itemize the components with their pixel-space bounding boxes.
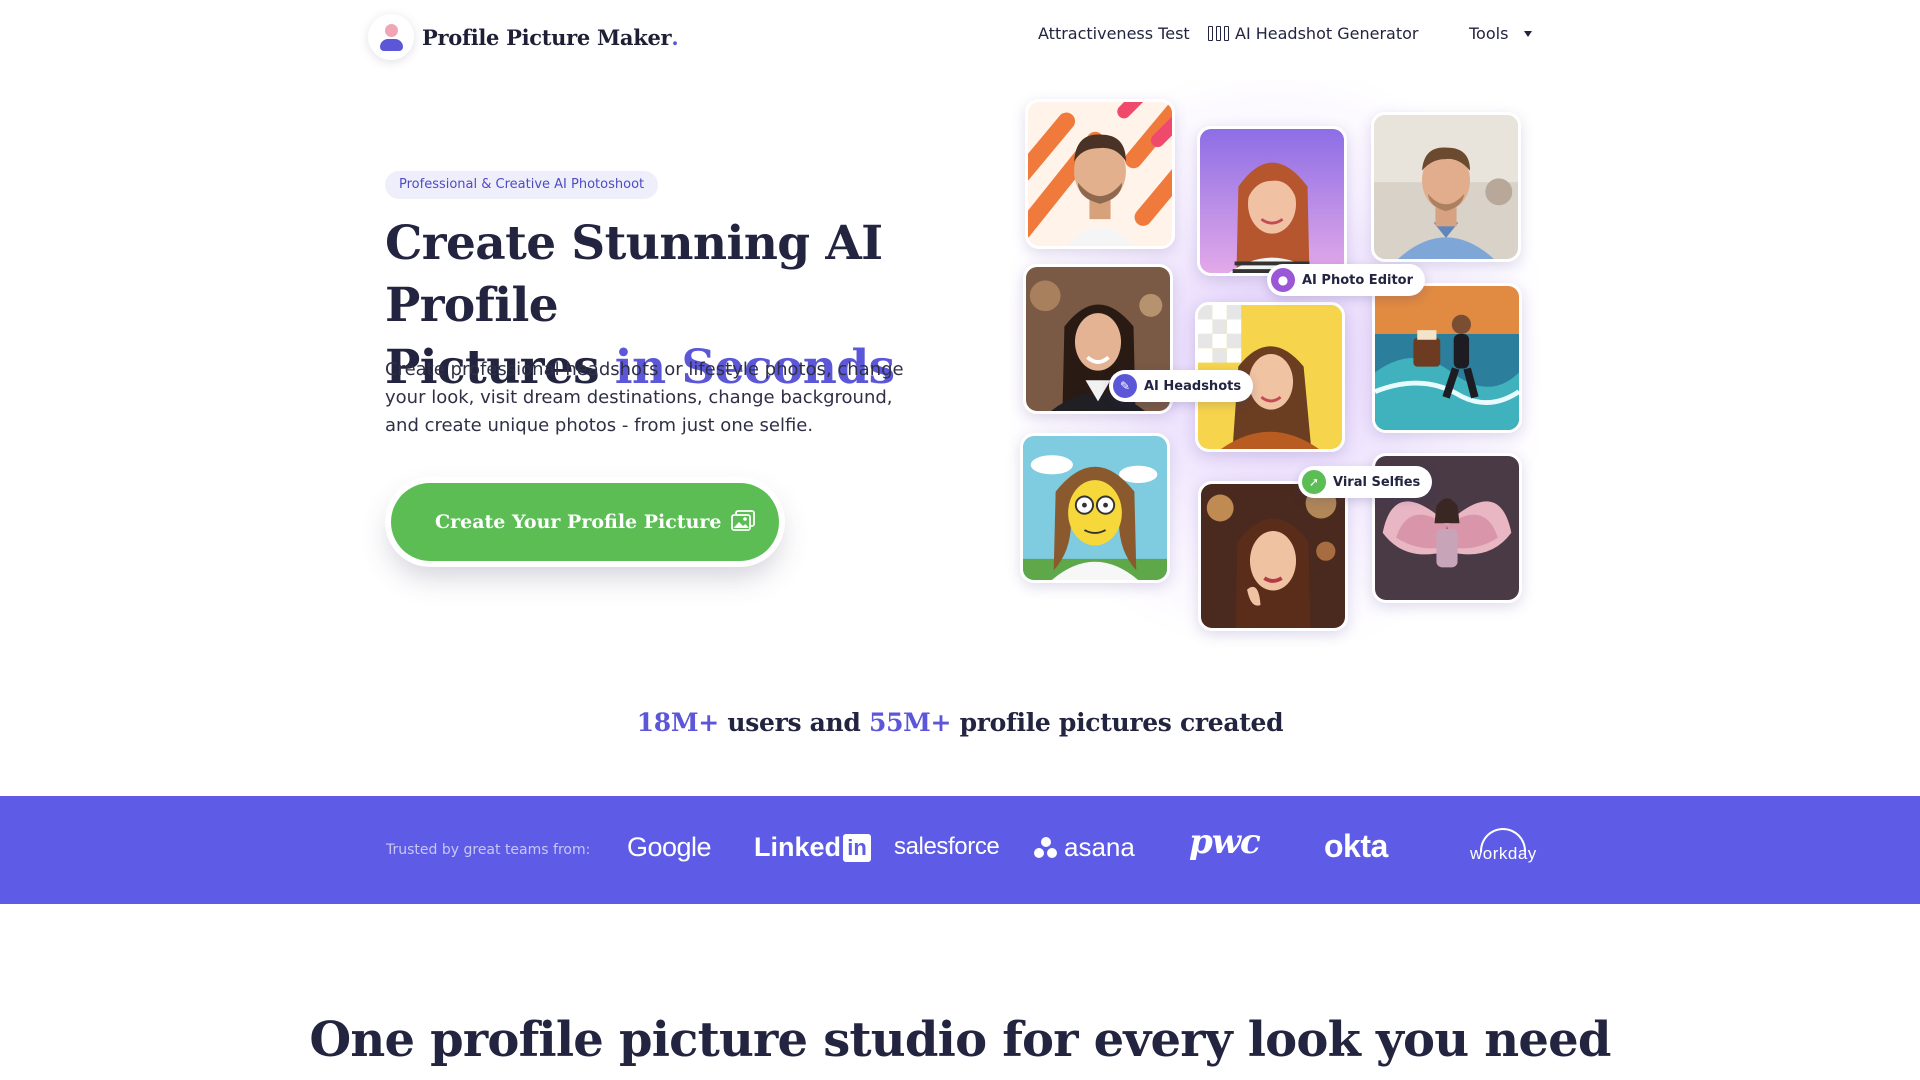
sample-photo-cartoon [1020,433,1170,583]
pictures-text: profile pictures created [959,708,1284,737]
caret-down-icon [1524,30,1533,37]
brand-dot: . [671,24,679,50]
users-text: users and [727,708,861,737]
badge-label: AI Headshots [1144,378,1242,394]
nav-attractiveness-test[interactable]: Attractiveness Test [1038,24,1190,43]
create-profile-picture-button[interactable]: Create Your Profile Picture [391,483,779,561]
sample-photo-man-office [1371,112,1521,262]
cta-label: Create Your Profile Picture [435,511,722,533]
nav-tools-dropdown[interactable]: Tools [1469,24,1533,43]
trusted-label: Trusted by great teams from: [386,842,591,858]
nav-label: Tools [1469,24,1509,43]
usage-stats: 18M+ users and 55M+ profile pictures cre… [0,708,1920,737]
logo-link[interactable]: Profile Picture Maker . [368,14,679,60]
linkedin-wordmark: Linked [754,832,842,862]
section-title: One profile picture studio for every loo… [309,1012,1611,1068]
sample-photo-surfer [1372,283,1522,433]
google-logo: Google [627,832,712,862]
wand-icon: ➚ [1302,470,1326,494]
linkedin-in-mark: in [843,833,872,862]
badge-viral-selfies: ➚ Viral Selfies [1298,466,1433,498]
hero-title-line1: Create Stunning AI Profile [385,216,883,333]
pictures-count: 55M+ [868,708,952,737]
linkedin-logo: Linked in [754,832,872,863]
salesforce-logo: salesforce [894,833,1000,860]
headshot-bars-icon [1208,26,1229,41]
okta-logo: okta [1324,828,1388,864]
asana-logo: asana [1034,832,1135,863]
person-icon: ● [1271,268,1295,292]
sample-photo-man-stripes [1025,99,1175,249]
trusted-by-band: Trusted by great teams from: Google Link… [0,796,1920,904]
pencil-icon: ✎ [1113,374,1137,398]
users-count: 18M+ [636,708,720,737]
badge-ai-headshots: ✎ AI Headshots [1109,370,1254,402]
badge-label: AI Photo Editor [1302,272,1414,288]
hero-description: Create professional headshots or lifesty… [385,359,904,436]
badge-ai-photo-editor: ● AI Photo Editor [1267,264,1426,296]
workday-logo: workday [1470,844,1537,863]
hero-tag: Professional & Creative AI Photoshoot [385,171,659,199]
avatar-logo-icon [368,14,414,60]
sample-photo-woman-purple [1197,126,1347,276]
nav-ai-headshot-generator[interactable]: AI Headshot Generator [1208,24,1418,43]
sample-photo-woman-bokeh [1198,481,1348,631]
image-gallery-icon [731,510,755,531]
brand-name: Profile Picture Maker [422,24,672,50]
nav-label: AI Headshot Generator [1235,24,1419,43]
pwc-logo: pwc [1189,822,1261,862]
badge-label: Viral Selfies [1333,474,1421,490]
asana-dots-icon [1034,836,1058,859]
nav-label: Attractiveness Test [1038,24,1190,43]
asana-wordmark: asana [1064,832,1135,862]
